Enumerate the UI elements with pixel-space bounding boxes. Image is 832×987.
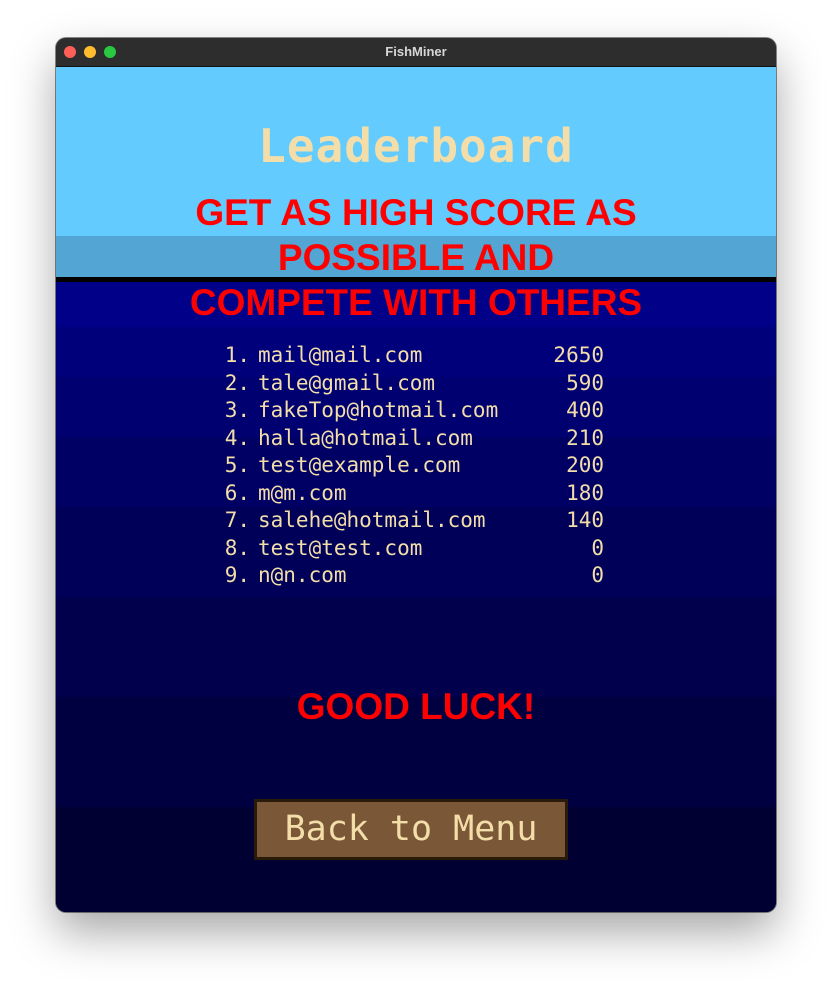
player-score: 0 — [591, 563, 604, 587]
player-score: 590 — [566, 370, 604, 395]
rank-number: 2. — [224, 370, 250, 395]
player-score: 180 — [566, 480, 604, 505]
promo-text: GET AS HIGH SCORE AS POSSIBLE AND COMPET… — [56, 190, 776, 325]
player-email: halla@hotmail.com — [258, 425, 473, 450]
player-score: 200 — [566, 453, 604, 477]
rank-number: 3. — [224, 398, 250, 422]
rank-number: 8. — [224, 535, 250, 560]
ocean-layer — [56, 597, 776, 697]
promo-line: GET AS HIGH SCORE AS — [195, 192, 637, 233]
leaderboard-row: 1. mail@mail.com 2650 — [224, 342, 604, 370]
player-email: test@test.com — [258, 535, 423, 560]
leaderboard-row: 8. test@test.com 0 — [224, 535, 604, 563]
leaderboard-row: 5. test@example.com 200 — [224, 452, 604, 480]
rank-number: 5. — [224, 453, 250, 477]
leaderboard-row: 6. m@m.com 180 — [224, 480, 604, 508]
window-title: FishMiner — [385, 44, 447, 59]
rank-number: 1. — [224, 343, 250, 367]
player-score: 140 — [566, 508, 604, 532]
rank-number: 4. — [224, 425, 250, 450]
promo-line: COMPETE WITH OTHERS — [189, 282, 643, 323]
leaderboard-row: 9. n@n.com 0 — [224, 562, 604, 590]
leaderboard-row: 3. fakeTop@hotmail.com 400 — [224, 397, 604, 425]
title-bar[interactable]: FishMiner — [56, 38, 776, 67]
back-to-menu-button[interactable]: Back to Menu — [254, 799, 568, 860]
leaderboard-row: 7. salehe@hotmail.com 140 — [224, 507, 604, 535]
player-email: m@m.com — [258, 480, 347, 505]
leaderboard-heading: Leaderboard — [258, 119, 574, 173]
good-luck-text: GOOD LUCK! — [296, 686, 536, 727]
promo-line: POSSIBLE AND — [277, 237, 555, 278]
player-email: fakeTop@hotmail.com — [258, 398, 499, 422]
rank-number: 6. — [224, 480, 250, 505]
player-email: n@n.com — [258, 563, 347, 587]
leaderboard-row: 4. halla@hotmail.com 210 — [224, 425, 604, 453]
app-window: FishMiner Leaderboard GET AS HIGH SCORE … — [56, 38, 776, 912]
player-email: test@example.com — [258, 453, 461, 477]
player-email: tale@gmail.com — [258, 370, 436, 395]
game-canvas: Leaderboard GET AS HIGH SCORE AS POSSIBL… — [56, 67, 776, 912]
player-email: salehe@hotmail.com — [258, 508, 486, 532]
player-score: 2650 — [553, 343, 604, 367]
player-score: 210 — [566, 425, 604, 450]
player-email: mail@mail.com — [258, 343, 423, 367]
rank-number: 9. — [224, 563, 250, 587]
rank-number: 7. — [224, 508, 250, 532]
player-score: 400 — [566, 398, 604, 422]
leaderboard-list: 1. mail@mail.com 2650 2. tale@gmail.com … — [224, 342, 604, 590]
player-score: 0 — [591, 535, 604, 560]
leaderboard-row: 2. tale@gmail.com 590 — [224, 370, 604, 398]
